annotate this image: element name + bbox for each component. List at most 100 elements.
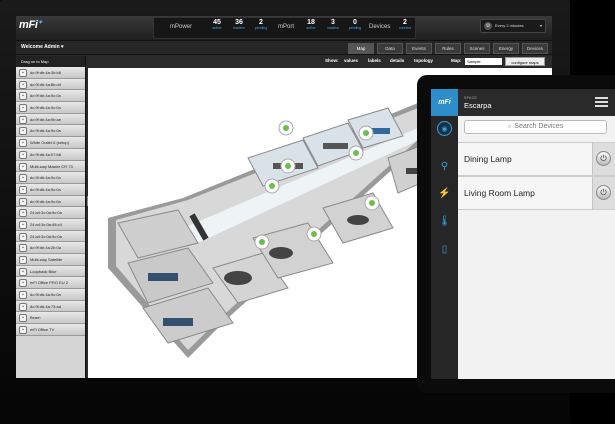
stat-devices-connect[interactable]: 2 connect [394,19,416,30]
power-button-icon[interactable]: ⏻ [596,185,611,200]
stat-mport-pending[interactable]: 0 pending [344,19,366,30]
dashboard-icon[interactable]: ◉ [437,121,452,136]
table [224,271,252,285]
tablet-app: mFi SPACE Escarpa ◉ ⚲ ⚡ 🌡 ▯ ○ Search Devi… [431,89,615,379]
device-label: Multi-way Satellite [30,257,63,262]
map-label: Map: [451,58,462,63]
tab-map[interactable]: Map [348,43,374,54]
sidebar-device-item[interactable]: ▪ mFi Office TV [16,324,85,336]
device-label: Beam [30,315,41,321]
sidebar-device-item[interactable]: ▪ dc:9f:db:4a:9c:0a [16,90,85,103]
device-row[interactable]: Living Room Lamp ⏻ [458,176,615,210]
device-name: Living Room Lamp [464,188,535,198]
device-icon: ▪ [19,220,27,229]
stat-mpower-inactive[interactable]: 36 inactive [228,19,250,30]
sidebar-device-item[interactable]: ▪ dc:9f:db:4a:07:b8 [16,148,85,161]
device-icon: ▪ [19,302,27,311]
sensor-pin[interactable] [264,178,280,194]
sidebar-device-item[interactable]: ▪ dc:9f:db:4a:9c:0a [16,125,85,138]
sidebar-device-item[interactable]: ▪ mFi Office PRO EU 2 [16,277,85,290]
sidebar-device-item[interactable]: ▪ dc:9f:db:4a:9c:0a [16,195,85,208]
power-toggle-area: ⏻ [592,177,615,209]
device-row[interactable]: Dining Lamp ⏻ [458,142,615,176]
device-label: dc:9f:db:4a:3b:b8 [30,70,61,75]
space-name[interactable]: Escarpa [464,101,492,110]
door-icon[interactable]: ▯ [437,242,452,257]
stat-mpower-active[interactable]: 45 active [206,19,228,30]
top-bar: mFi✦ mPower 45 active 36 inactive 2 pending… [16,16,552,41]
device-label: dc:9f:db:4a:9c:0a [30,198,61,204]
gear-icon[interactable]: ⚙ [484,22,492,30]
stat-mport-active[interactable]: 18 active [300,19,322,30]
configure-maps-button[interactable]: configure maps [505,57,545,66]
sidebar-device-item[interactable]: ▪ dc:9f:db:4a:3b:b8 [16,67,85,79]
show-labels-toggle[interactable]: labels [368,58,381,63]
sidebar-device-item[interactable]: ▪ Multi-way Master CR 73 [16,160,85,173]
device-label: 24:a4:3c:0a:9c:0a [30,233,62,239]
motion-sensor-icon[interactable]: ⚲ [437,159,452,174]
hamburger-menu-icon[interactable] [595,97,608,107]
device-icon: ▪ [19,150,27,159]
stat-mpower-pending[interactable]: 2 pending [250,19,272,30]
desk-row [323,143,348,149]
stat-group-mport: mPort [278,24,295,30]
sidebar-device-item[interactable]: ▪ 24:a4:3c:0a:9c:0a [16,207,85,219]
sensor-pin[interactable] [306,226,322,242]
tablet-logo[interactable]: mFi [431,89,458,116]
tab-scenes[interactable]: Scenes [464,43,490,54]
sidebar-device-item[interactable]: ▪ dc:9f:db:4a:9c:0a [16,289,85,301]
welcome-user-menu[interactable]: Welcome Admin ▾ [21,44,64,50]
sidebar-device-item[interactable]: ▪ dc:9f:db:4a:9c:0a [16,102,85,114]
sidebar-device-item[interactable]: ▪ dc:9f:db:4a:8b:d4 [16,78,85,91]
sensor-pin[interactable] [358,125,374,141]
tab-devices[interactable]: Devices [522,43,548,54]
device-icon: ▪ [19,127,27,136]
device-icon: ▪ [19,232,27,241]
sensor-pin[interactable] [254,234,270,250]
sidebar-device-item[interactable]: ▪ dc:9f:db:4a:9c:0a [16,172,85,184]
device-icon: ▪ [19,162,27,171]
device-icon: ▪ [19,291,27,300]
power-toggle-area: ⏻ [592,143,615,175]
device-label: 24:a4:3c:0a:48:c4 [30,221,62,227]
device-label: Multi-way Master CR 73 [30,163,73,169]
sidebar-device-item[interactable]: ▪ dc:9f:db:4a:2b:0a [16,242,85,254]
desk-row [148,273,178,281]
sidebar-device-item[interactable]: ▪ White Outlet 6 (setup) [16,137,85,149]
device-icon: ▪ [19,139,27,148]
sidebar-device-item[interactable]: ▪ dc:9f:db:4a:9c:0a [16,183,85,196]
power-button-icon[interactable]: ⏻ [596,151,611,166]
map-select[interactable]: Sample [465,58,502,65]
device-icon: ▪ [19,279,27,288]
stat-mport-inactive[interactable]: 3 inactive [322,19,344,30]
stat-group-mpower: mPower [170,24,193,30]
app-logo[interactable]: mFi✦ [19,19,43,31]
sidebar-device-item[interactable]: ▪ Beam [16,312,85,325]
tab-rules[interactable]: Rules [435,43,461,54]
device-label: dc:9f:db:4a:07:b8 [30,151,61,157]
product-showcase: mFi✦ mPower 45 active 36 inactive 2 pending… [0,0,615,424]
sidebar-device-item[interactable]: ▪ Multi-way Satellite [16,254,85,266]
device-label: Loopback Blue [30,268,57,274]
tablet-nav-rail: ◉ ⚲ ⚡ 🌡 ▯ [431,116,458,379]
refresh-interval-select[interactable]: ⚙ Every 2 minutes ▾ [480,19,546,33]
show-details-toggle[interactable]: details [390,58,404,63]
sensor-pin[interactable] [278,120,294,136]
tab-events[interactable]: Events [406,43,432,54]
show-topology-toggle[interactable]: topology [414,58,433,63]
sidebar-title: Drag on to Map [16,56,85,67]
sidebar-device-item[interactable]: ▪ dc:9f:db:4a:73:ad [16,300,85,313]
tab-energy[interactable]: Energy [493,43,519,54]
temperature-icon[interactable]: 🌡 [437,214,452,229]
tab-data[interactable]: Data [377,43,403,54]
sidebar-device-item[interactable]: ▪ dc:9f:db:4a:9b:ae [16,113,85,126]
sidebar-device-item[interactable]: ▪ 24:a4:3c:0a:9c:0a [16,230,85,243]
show-values-toggle[interactable]: values [344,58,358,63]
sidebar-device-item[interactable]: ▪ 24:a4:3c:0a:48:c4 [16,218,85,231]
power-lightning-icon[interactable]: ⚡ [437,186,452,201]
sidebar-device-item[interactable]: ▪ Loopback Blue [16,265,85,278]
sensor-pin[interactable] [280,158,296,174]
sensor-pin[interactable] [348,145,364,161]
search-input[interactable]: ○ Search Devices [464,120,607,134]
sensor-pin[interactable] [364,195,380,211]
